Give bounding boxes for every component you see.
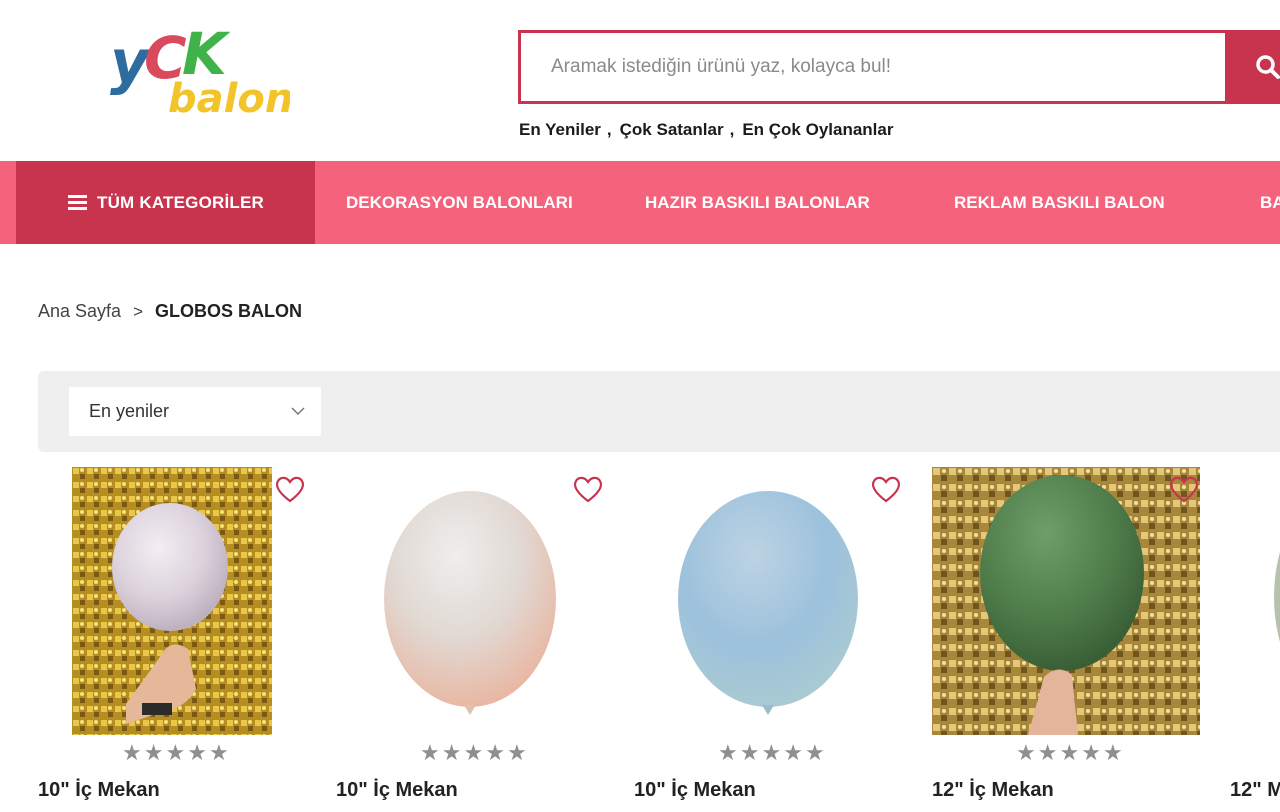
breadcrumb-current: GLOBOS BALON bbox=[155, 301, 302, 321]
star-icon: ★ bbox=[1059, 740, 1080, 765]
product-title[interactable]: 10" İç Mekan bbox=[38, 779, 160, 802]
heart-icon[interactable] bbox=[870, 474, 902, 504]
product-image[interactable] bbox=[932, 467, 1200, 735]
star-icon: ★ bbox=[804, 740, 825, 765]
star-icon: ★ bbox=[739, 740, 760, 765]
quick-link-separator: , bbox=[606, 120, 612, 139]
quick-link-separator: , bbox=[729, 120, 735, 139]
star-icon: ★ bbox=[1081, 740, 1101, 765]
star-icon: ★ bbox=[1037, 740, 1058, 765]
quick-link-bestsellers[interactable]: Çok Satanlar bbox=[620, 120, 724, 140]
product-title[interactable]: 12" İç Mekan bbox=[932, 779, 1054, 802]
breadcrumb-home[interactable]: Ana Sayfa bbox=[38, 301, 121, 322]
heart-icon[interactable] bbox=[572, 474, 604, 504]
star-icon: ★ bbox=[783, 740, 803, 765]
product-card[interactable]: ★ ★ ★ ★ ★ 12" İç Mekan bbox=[932, 467, 1222, 812]
search-button[interactable] bbox=[1225, 30, 1280, 104]
product-title[interactable]: 12" M bbox=[1230, 779, 1280, 802]
star-icon: ★ bbox=[441, 740, 462, 765]
rating-stars: ★ ★ ★ ★ ★ bbox=[122, 742, 229, 764]
search-input[interactable] bbox=[521, 33, 1225, 101]
sort-dropdown[interactable]: En yeniler bbox=[69, 387, 321, 436]
nav-item-decoration-balloons[interactable]: DEKORASYON BALONLARI bbox=[346, 161, 573, 244]
main-nav: TÜM KATEGORİLER DEKORASYON BALONLARI HAZ… bbox=[0, 161, 1280, 244]
heart-icon[interactable] bbox=[274, 474, 306, 504]
star-icon: ★ bbox=[122, 740, 142, 765]
search-input-wrapper bbox=[518, 30, 1225, 104]
product-card[interactable]: ★ ★ ★ ★ ★ 10" İç Mekan bbox=[336, 467, 626, 812]
star-icon: ★ bbox=[718, 740, 738, 765]
product-image[interactable] bbox=[662, 467, 902, 735]
svg-text:balon: balon bbox=[168, 76, 290, 122]
star-icon: ★ bbox=[420, 740, 440, 765]
all-categories-button[interactable]: TÜM KATEGORİLER bbox=[16, 161, 315, 244]
star-icon: ★ bbox=[761, 740, 782, 765]
product-card[interactable]: 12" M bbox=[1230, 467, 1280, 812]
star-icon: ★ bbox=[506, 740, 527, 765]
product-image[interactable] bbox=[72, 467, 272, 735]
rating-stars: ★ ★ ★ ★ ★ bbox=[718, 742, 825, 764]
all-categories-label: TÜM KATEGORİLER bbox=[97, 192, 265, 212]
star-icon: ★ bbox=[1102, 740, 1123, 765]
product-card[interactable]: ★ ★ ★ ★ ★ 10" İç Mekan bbox=[38, 467, 328, 812]
star-icon: ★ bbox=[143, 740, 164, 765]
search-icon bbox=[1256, 55, 1280, 79]
quick-link-most-voted[interactable]: En Çok Oylananlar bbox=[742, 120, 893, 140]
rating-stars: ★ ★ ★ ★ ★ bbox=[420, 742, 527, 764]
heart-icon[interactable] bbox=[1168, 474, 1200, 504]
product-card[interactable]: ★ ★ ★ ★ ★ 10" İç Mekan bbox=[634, 467, 924, 812]
search-bar bbox=[518, 30, 1280, 104]
star-icon: ★ bbox=[187, 740, 207, 765]
product-image[interactable] bbox=[364, 467, 604, 735]
chevron-down-icon bbox=[291, 407, 305, 416]
star-icon: ★ bbox=[165, 740, 186, 765]
product-title[interactable]: 10" İç Mekan bbox=[336, 779, 458, 802]
breadcrumb: Ana Sayfa > GLOBOS BALON bbox=[38, 301, 302, 322]
star-icon: ★ bbox=[208, 740, 229, 765]
sort-selected-value: En yeniler bbox=[89, 401, 170, 421]
star-icon: ★ bbox=[463, 740, 484, 765]
rating-stars: ★ ★ ★ ★ ★ bbox=[1016, 742, 1123, 764]
quick-links: En Yeniler , Çok Satanlar , En Çok Oylan… bbox=[519, 120, 893, 140]
nav-item-advertising-balloons[interactable]: REKLAM BASKILI BALON bbox=[954, 161, 1165, 244]
nav-item-printed-balloons[interactable]: HAZIR BASKILI BALONLAR bbox=[645, 161, 870, 244]
menu-icon bbox=[68, 195, 87, 210]
quick-link-newest[interactable]: En Yeniler bbox=[519, 120, 601, 140]
sort-toolbar: En yeniler bbox=[38, 371, 1280, 452]
star-icon: ★ bbox=[1016, 740, 1036, 765]
star-icon: ★ bbox=[485, 740, 505, 765]
product-image[interactable] bbox=[1270, 467, 1280, 735]
product-title[interactable]: 10" İç Mekan bbox=[634, 779, 756, 802]
nav-item-more[interactable]: BA bbox=[1260, 161, 1280, 244]
site-logo[interactable]: y C K balon bbox=[110, 14, 290, 124]
breadcrumb-separator: > bbox=[133, 301, 143, 321]
